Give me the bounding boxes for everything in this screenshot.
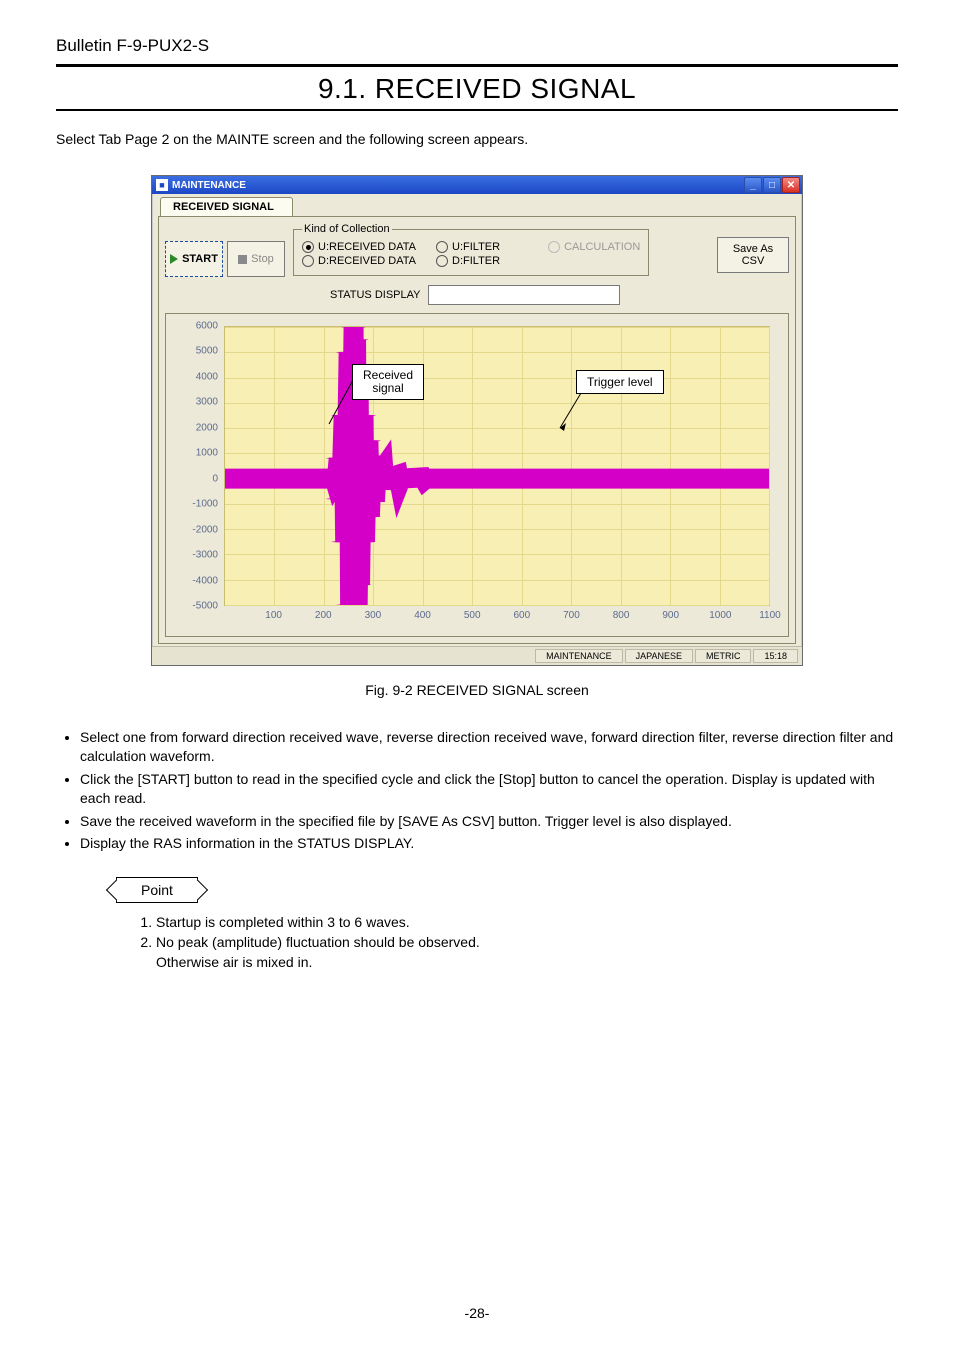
radio-d-received[interactable]: D:RECEIVED DATA (302, 255, 416, 267)
stop-button[interactable]: Stop (227, 241, 285, 277)
point-label-box: Point (116, 877, 198, 903)
waveform-svg (225, 327, 769, 605)
radio-icon (302, 241, 314, 253)
radio-icon (302, 255, 314, 267)
statusbar-maintenance: MAINTENANCE (535, 649, 623, 663)
tab-received-signal[interactable]: RECEIVED SIGNAL (160, 197, 293, 216)
play-icon (170, 254, 178, 264)
callout-received-signal: Received signal (352, 364, 424, 400)
status-display-label: STATUS DISPLAY (330, 289, 420, 301)
minimize-icon[interactable]: _ (744, 177, 762, 193)
start-label: START (182, 253, 218, 265)
callout-trigger-level: Trigger level (576, 370, 664, 394)
bullet-list: Select one from forward direction receiv… (56, 728, 898, 853)
list-item: Startup is completed within 3 to 6 waves… (156, 913, 898, 933)
rule-top (56, 64, 898, 67)
stop-label: Stop (251, 253, 274, 265)
statusbar-time: 15:18 (753, 649, 798, 663)
radio-icon (548, 241, 560, 253)
start-stop-group: START Stop (165, 241, 285, 277)
status-display-field (428, 285, 620, 305)
intro-text: Select Tab Page 2 on the MAINTE screen a… (56, 131, 898, 147)
radio-icon (436, 255, 448, 267)
start-button[interactable]: START (165, 241, 223, 277)
maximize-icon[interactable]: □ (763, 177, 781, 193)
rule-under-title (56, 109, 898, 111)
window-controls: _ □ ✕ (744, 177, 800, 193)
y-axis-labels: -5000-4000-3000-2000-1000010002000300040… (176, 326, 220, 606)
status-bar: MAINTENANCE JAPANESE METRIC 15:18 (152, 646, 802, 665)
kind-of-collection-group: Kind of Collection U:RECEIVED DATA U:FIL… (293, 223, 649, 276)
plot-area (224, 326, 770, 606)
chart-area: -5000-4000-3000-2000-1000010002000300040… (165, 313, 789, 637)
radio-d-filter[interactable]: D:FILTER (436, 255, 500, 267)
page-number: -28- (0, 1305, 954, 1321)
list-item: Save the received waveform in the specif… (80, 812, 898, 831)
radio-u-received[interactable]: U:RECEIVED DATA (302, 241, 416, 253)
bulletin-header: Bulletin F-9-PUX2-S (56, 36, 898, 56)
list-item: Click the [START] button to read in the … (80, 770, 898, 808)
titlebar: ■ MAINTENANCE _ □ ✕ (152, 176, 802, 194)
tab-row: RECEIVED SIGNAL (152, 194, 802, 216)
radio-u-filter[interactable]: U:FILTER (436, 241, 500, 253)
section-title: 9.1. RECEIVED SIGNAL (56, 73, 898, 105)
list-item: Display the RAS information in the STATU… (80, 834, 898, 853)
close-icon[interactable]: ✕ (782, 177, 800, 193)
list-item: Select one from forward direction receiv… (80, 728, 898, 766)
point-list: Startup is completed within 3 to 6 waves… (136, 913, 898, 972)
statusbar-language: JAPANESE (625, 649, 693, 663)
app-window: ■ MAINTENANCE _ □ ✕ RECEIVED SIGNAL STAR… (151, 175, 803, 666)
x-axis-labels: 10020030040050060070080090010001100 (224, 610, 770, 624)
figure-caption: Fig. 9-2 RECEIVED SIGNAL screen (56, 682, 898, 698)
window-title: MAINTENANCE (172, 180, 246, 191)
statusbar-unit: METRIC (695, 649, 752, 663)
radio-calculation[interactable]: CALCULATION (548, 241, 640, 253)
radio-icon (436, 241, 448, 253)
kind-legend: Kind of Collection (302, 223, 392, 235)
app-body: START Stop Kind of Collection U:RECEIVED… (158, 216, 796, 644)
stop-icon (238, 255, 247, 264)
save-as-csv-button[interactable]: Save As CSV (717, 237, 789, 273)
app-icon: ■ (156, 179, 168, 191)
list-item: No peak (amplitude) fluctuation should b… (156, 933, 898, 972)
